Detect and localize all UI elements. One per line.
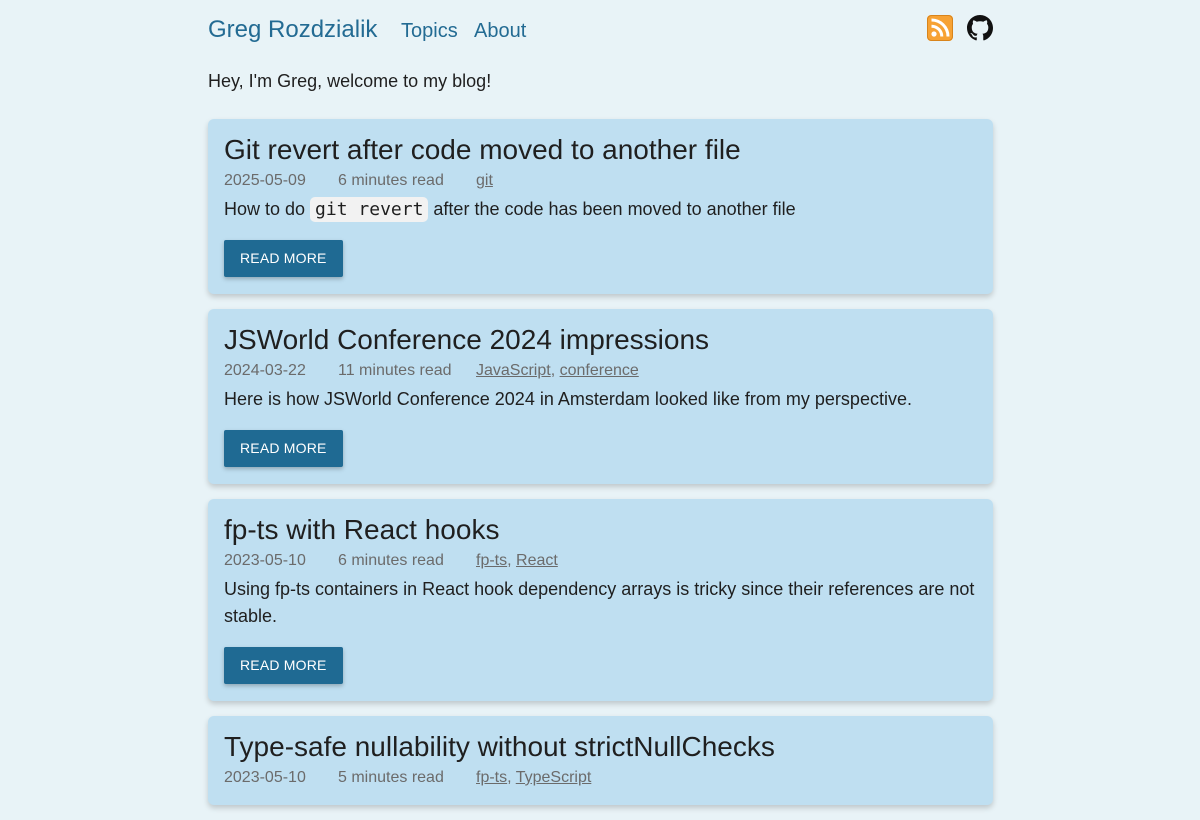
tag-link[interactable]: conference <box>560 362 639 379</box>
github-link[interactable] <box>967 15 993 41</box>
post-card: fp-ts with React hooks 2023-05-10 6 minu… <box>208 499 993 701</box>
post-date: 2025-05-09 <box>224 172 306 189</box>
post-meta: 2024-03-22 11 minutes read JavaScript, c… <box>224 361 977 381</box>
post-card: Git revert after code moved to another f… <box>208 119 993 294</box>
post-read-time: 11 minutes read <box>338 362 452 379</box>
post-read-time: 5 minutes read <box>338 769 444 786</box>
post-excerpt: Using fp-ts containers in React hook dep… <box>224 579 975 626</box>
tag-link[interactable]: fp-ts <box>476 769 507 786</box>
post-meta: 2025-05-09 6 minutes read git <box>224 171 977 191</box>
read-more-button[interactable]: Read more <box>224 240 343 277</box>
tag-link[interactable]: TypeScript <box>516 769 592 786</box>
post-read-time: 6 minutes read <box>338 172 444 189</box>
post-list: Git revert after code moved to another f… <box>208 119 993 820</box>
post-card: JSWorld Conference 2024 impressions 2024… <box>208 309 993 484</box>
post-tags: JavaScript, conference <box>476 362 639 379</box>
tag-link[interactable]: JavaScript <box>476 362 551 379</box>
tag-link[interactable]: fp-ts <box>476 552 507 569</box>
post-excerpt: Here is how JSWorld Conference 2024 in A… <box>224 389 912 409</box>
post-card: Type-safe nullability without strictNull… <box>208 716 993 805</box>
excerpt-text: after the code has been moved to another… <box>428 199 796 219</box>
github-icon <box>967 15 993 41</box>
rss-link[interactable] <box>927 15 953 41</box>
post-title[interactable]: JSWorld Conference 2024 impressions <box>224 323 977 357</box>
post-tags: fp-ts, TypeScript <box>476 769 592 786</box>
read-more-button[interactable]: Read more <box>224 430 343 467</box>
post-meta: 2023-05-10 6 minutes read fp-ts, React <box>224 551 977 571</box>
tag-link[interactable]: git <box>476 172 493 189</box>
rss-icon <box>927 15 953 41</box>
post-title[interactable]: Type-safe nullability without strictNull… <box>224 730 977 764</box>
page-container: Greg Rozdzialik Topics About Hey, I'm Gr… <box>208 0 993 805</box>
read-more-button[interactable]: Read more <box>224 647 343 684</box>
post-title[interactable]: fp-ts with React hooks <box>224 513 977 547</box>
post-date: 2024-03-22 <box>224 362 306 379</box>
nav-topics[interactable]: Topics <box>401 19 458 43</box>
post-title[interactable]: Git revert after code moved to another f… <box>224 133 977 167</box>
excerpt-code: git revert <box>310 197 429 222</box>
post-excerpt: How to do git revert after the code has … <box>224 196 977 223</box>
post-date: 2023-05-10 <box>224 769 306 786</box>
post-meta: 2023-05-10 5 minutes read fp-ts, TypeScr… <box>224 768 977 788</box>
post-date: 2023-05-10 <box>224 552 306 569</box>
site-header: Greg Rozdzialik Topics About <box>208 0 993 62</box>
post-tags: fp-ts, React <box>476 552 558 569</box>
site-title-link[interactable]: Greg Rozdzialik <box>208 16 377 44</box>
post-read-time: 6 minutes read <box>338 552 444 569</box>
post-tags: git <box>476 171 493 191</box>
excerpt-text: How to do <box>224 199 311 219</box>
intro-text: Hey, I'm Greg, welcome to my blog! <box>208 71 492 91</box>
nav-about[interactable]: About <box>474 19 526 43</box>
tag-link[interactable]: React <box>516 552 558 569</box>
